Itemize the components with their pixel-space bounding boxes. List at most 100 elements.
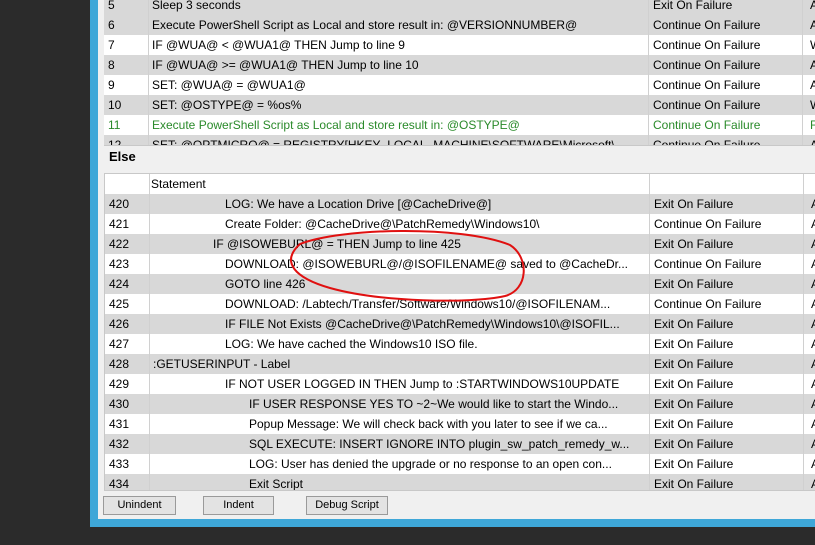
table-row[interactable]: 428:GETUSERINPUT - Label Exit On Failure A <box>105 354 815 374</box>
grid-header: Statement <box>105 174 815 195</box>
row-number: 430 <box>109 397 130 411</box>
statement-cell: SET: @OPTMICRO@ = REGISTRY[HKEY_LOCAL_MA… <box>152 138 615 146</box>
table-row[interactable]: 430 IF USER RESPONSE YES TO ~2~We would l… <box>105 394 815 414</box>
row-number: 5 <box>108 0 115 12</box>
row-number: 426 <box>109 317 130 331</box>
truncated-column-cell: A <box>811 334 815 354</box>
table-row[interactable]: 9 SET: @WUA@ = @WUA1@ Continue On Failure A <box>104 75 815 95</box>
table-row[interactable]: 12 SET: @OPTMICRO@ = REGISTRY[HKEY_LOCAL_… <box>104 135 815 146</box>
table-row[interactable]: 423 DOWNLOAD: @ISOWEBURL@/@ISOFILENAME@ s… <box>105 254 815 274</box>
failure-action-cell: Continue On Failure <box>653 98 761 112</box>
failure-action-cell: Continue On Failure <box>653 78 761 92</box>
failure-action-cell: Exit On Failure <box>654 237 734 251</box>
failure-action-cell: Exit On Failure <box>654 337 734 351</box>
truncated-column-cell: A <box>811 194 815 214</box>
row-number: 422 <box>109 237 130 251</box>
debug-script-button[interactable]: Debug Script <box>306 496 388 515</box>
table-row[interactable]: 433 LOG: User has denied the upgrade or n… <box>105 454 815 474</box>
unindent-button[interactable]: Unindent <box>103 496 176 515</box>
statement-cell: SET: @OSTYPE@ = %os% <box>152 98 302 112</box>
statement-cell: SET: @WUA@ = @WUA1@ <box>152 78 306 92</box>
statement-cell: SQL EXECUTE: INSERT IGNORE INTO plugin_s… <box>249 437 630 451</box>
failure-action-cell: Continue On Failure <box>654 217 762 231</box>
statement-cell: GOTO line 426 <box>225 277 306 291</box>
failure-action-cell: Continue On Failure <box>653 18 761 32</box>
failure-action-cell: Exit On Failure <box>654 377 734 391</box>
table-row[interactable]: 425 DOWNLOAD: /Labtech/Transfer/Software/… <box>105 294 815 314</box>
else-steps-grid[interactable]: Statement 420 LOG: We have a Location Dri… <box>104 173 815 491</box>
statement-cell: Exit Script <box>249 477 304 491</box>
row-number: 424 <box>109 277 130 291</box>
table-row[interactable]: 7 IF @WUA@ < @WUA1@ THEN Jump to line 9 Co… <box>104 35 815 55</box>
table-row[interactable]: 431 Popup Message: We will check back wit… <box>105 414 815 434</box>
statement-cell: :GETUSERINPUT - Label <box>153 357 291 371</box>
statement-cell: IF @ISOWEBURL@ = THEN Jump to line 425 <box>213 237 461 251</box>
column-divider <box>149 174 150 490</box>
table-row[interactable]: 5 Sleep 3 seconds Exit On Failure A <box>104 0 815 15</box>
row-number: 420 <box>109 197 130 211</box>
failure-action-cell: Continue On Failure <box>654 257 762 271</box>
statement-cell: LOG: We have a Location Drive [@CacheDri… <box>225 197 492 211</box>
table-row[interactable]: 10 SET: @OSTYPE@ = %os% Continue On Failur… <box>104 95 815 115</box>
table-row[interactable]: 434 Exit Script Exit On Failure A <box>105 474 815 491</box>
truncated-column-cell: W <box>810 35 815 55</box>
row-number: 8 <box>108 58 115 72</box>
truncated-column-cell: W <box>810 95 815 115</box>
script-steps-grid[interactable]: 5 Sleep 3 seconds Exit On Failure A 6 Execute… <box>104 0 815 146</box>
failure-action-cell: Continue On Failure <box>653 138 761 146</box>
table-row[interactable]: 432 SQL EXECUTE: INSERT IGNORE INTO plugi… <box>105 434 815 454</box>
row-number: 433 <box>109 457 130 471</box>
row-number: 11 <box>108 118 121 132</box>
row-number: 431 <box>109 417 130 431</box>
table-row[interactable]: 424 GOTO line 426 Exit On Failure A <box>105 274 815 294</box>
failure-action-cell: Exit On Failure <box>654 417 734 431</box>
statement-cell: Execute PowerShell Script as Local and s… <box>152 118 520 132</box>
truncated-column-cell: A <box>811 214 815 234</box>
row-number: 427 <box>109 337 130 351</box>
truncated-column-cell: A <box>811 354 815 374</box>
truncated-column-cell: A <box>811 394 815 414</box>
indent-button[interactable]: Indent <box>203 496 274 515</box>
statement-cell: DOWNLOAD: /Labtech/Transfer/Software/Win… <box>225 297 611 311</box>
row-number: 421 <box>109 217 130 231</box>
failure-action-cell: Continue On Failure <box>653 38 761 52</box>
statement-cell: Execute PowerShell Script as Local and s… <box>152 18 578 32</box>
row-number: 432 <box>109 437 130 451</box>
failure-action-cell: Continue On Failure <box>654 297 762 311</box>
row-number: 429 <box>109 377 130 391</box>
truncated-column-cell: A <box>811 474 815 490</box>
table-row[interactable]: 421 Create Folder: @CacheDrive@\PatchReme… <box>105 214 815 234</box>
table-row[interactable]: 8 IF @WUA@ >= @WUA1@ THEN Jump to line 10… <box>104 55 815 75</box>
statement-cell: LOG: We have cached the Windows10 ISO fi… <box>225 337 478 351</box>
table-row[interactable]: 427 LOG: We have cached the Windows10 ISO… <box>105 334 815 354</box>
truncated-column-cell: F <box>810 115 815 135</box>
failure-action-cell: Exit On Failure <box>654 457 734 471</box>
truncated-column-cell: A <box>810 55 815 75</box>
failure-action-cell: Exit On Failure <box>654 357 734 371</box>
table-row[interactable]: 422 IF @ISOWEBURL@ = THEN Jump to line 42… <box>105 234 815 254</box>
truncated-column-cell: A <box>811 234 815 254</box>
failure-action-cell: Exit On Failure <box>653 0 733 12</box>
statement-cell: IF @WUA@ < @WUA1@ THEN Jump to line 9 <box>152 38 405 52</box>
truncated-column-cell: A <box>811 374 815 394</box>
statement-cell: Sleep 3 seconds <box>152 0 241 12</box>
table-row[interactable]: 429 IF NOT USER LOGGED IN THEN Jump to :S… <box>105 374 815 394</box>
truncated-column-cell: A <box>810 15 815 35</box>
failure-action-cell: Continue On Failure <box>653 58 761 72</box>
failure-action-cell: Exit On Failure <box>654 197 734 211</box>
column-divider <box>148 0 149 145</box>
failure-action-cell: Exit On Failure <box>654 437 734 451</box>
row-number: 10 <box>108 98 122 112</box>
truncated-column-cell: A <box>811 454 815 474</box>
table-row[interactable]: 11 Execute PowerShell Script as Local and… <box>104 115 815 135</box>
table-row[interactable]: 420 LOG: We have a Location Drive [@Cache… <box>105 194 815 214</box>
column-header-statement[interactable]: Statement <box>151 174 206 194</box>
table-row[interactable]: 6 Execute PowerShell Script as Local and … <box>104 15 815 35</box>
truncated-column-cell: A <box>811 294 815 314</box>
statement-cell: IF USER RESPONSE YES TO ~2~We would like… <box>249 397 619 411</box>
truncated-column-cell: A <box>810 135 815 145</box>
statement-cell: DOWNLOAD: @ISOWEBURL@/@ISOFILENAME@ save… <box>225 257 628 271</box>
truncated-column-cell: A <box>811 274 815 294</box>
table-row[interactable]: 426 IF FILE Not Exists @CacheDrive@\Patch… <box>105 314 815 334</box>
statement-cell: IF FILE Not Exists @CacheDrive@\PatchRem… <box>225 317 620 331</box>
